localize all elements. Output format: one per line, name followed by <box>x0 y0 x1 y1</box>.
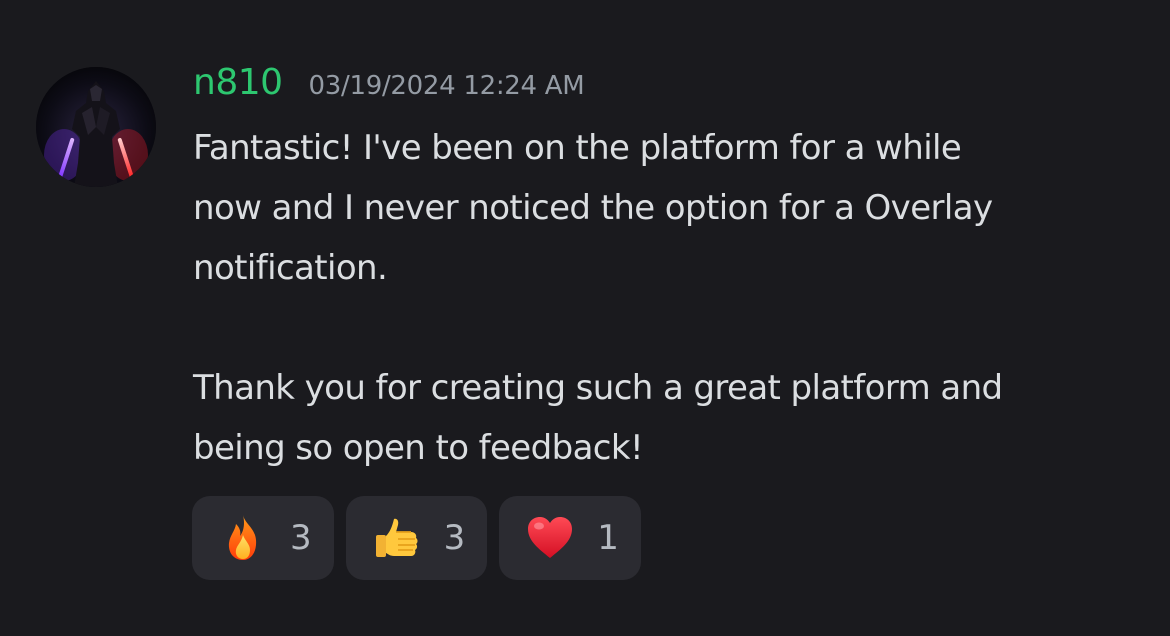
message-timestamp: 03/19/2024 12:24 AM <box>308 71 585 101</box>
avatar[interactable] <box>36 67 156 187</box>
thumbs-up-emoji-icon <box>372 513 422 563</box>
message-paragraph: Thank you for creating such a great plat… <box>193 368 1003 468</box>
reaction-thumbs-up[interactable]: 3 <box>345 496 488 580</box>
author-username[interactable]: n810 <box>193 62 283 103</box>
reaction-count: 3 <box>443 518 466 558</box>
reaction-count: 3 <box>290 518 312 558</box>
reaction-heart[interactable]: 1 <box>499 496 641 580</box>
message-content: Fantastic! I've been on the platform for… <box>193 118 1153 478</box>
chat-message: n810 03/19/2024 12:24 AM Fantastic! I've… <box>0 0 1170 636</box>
reaction-fire[interactable]: 3 <box>192 496 334 580</box>
reaction-bar: 3 3 1 <box>192 496 653 580</box>
red-heart-emoji-icon <box>525 513 575 563</box>
message-header: n810 03/19/2024 12:24 AM <box>193 62 585 114</box>
reaction-count: 1 <box>597 518 619 558</box>
fire-emoji-icon <box>218 513 268 563</box>
avatar-image <box>36 67 156 187</box>
message-paragraph: Fantastic! I've been on the platform for… <box>193 128 993 288</box>
